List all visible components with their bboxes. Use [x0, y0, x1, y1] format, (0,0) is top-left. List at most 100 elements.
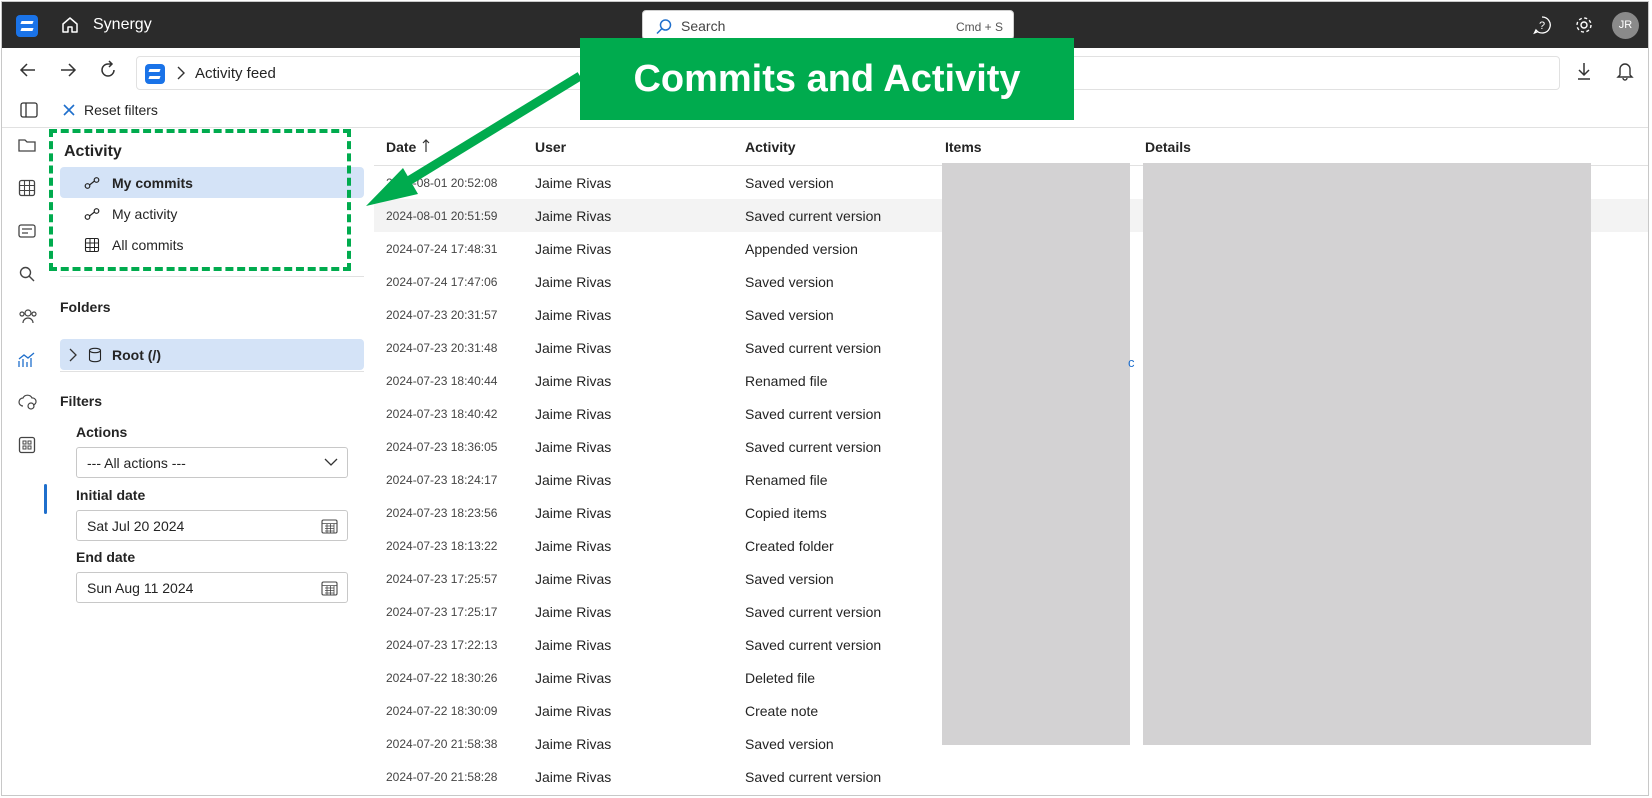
close-icon — [63, 104, 75, 116]
divider — [60, 276, 364, 277]
cell-date: 2024-07-24 17:47:06 — [386, 275, 498, 289]
cell-activity: Saved version — [745, 307, 834, 323]
cell-activity: Saved current version — [745, 340, 882, 356]
home-icon[interactable] — [60, 15, 80, 35]
cell-date: 2024-07-23 18:40:44 — [386, 374, 498, 388]
table-header: Date User Activity Items Details — [374, 129, 1648, 166]
cell-activity: Saved version — [745, 736, 834, 752]
cell-user: Jaime Rivas — [535, 505, 612, 521]
cell-activity: Saved current version — [745, 604, 882, 620]
column-header-details[interactable]: Details — [1145, 139, 1191, 155]
cell-user: Jaime Rivas — [535, 571, 612, 587]
search-input[interactable]: Search Cmd + S — [642, 10, 1014, 40]
download-icon[interactable] — [1575, 61, 1593, 81]
rail-active-indicator — [44, 484, 47, 514]
folder-label: Root (/) — [112, 346, 161, 363]
cell-user: Jaime Rivas — [535, 340, 612, 356]
cell-date: 2024-07-23 18:13:22 — [386, 539, 498, 553]
cell-user: Jaime Rivas — [535, 769, 612, 785]
app-logo-icon — [145, 64, 165, 84]
folders-section-title: Folders — [60, 299, 111, 315]
team-icon[interactable] — [18, 307, 38, 325]
calendar-icon[interactable] — [321, 580, 338, 596]
forms-icon[interactable] — [18, 224, 36, 240]
forward-arrow-icon[interactable] — [58, 60, 78, 80]
svg-text:?: ? — [1539, 20, 1545, 32]
cloud-settings-icon[interactable] — [18, 393, 38, 411]
search-placeholder: Search — [681, 18, 726, 34]
cell-user: Jaime Rivas — [535, 736, 612, 752]
truncated-link-text[interactable]: c — [1128, 355, 1135, 370]
cell-user: Jaime Rivas — [535, 373, 612, 389]
column-header-activity[interactable]: Activity — [745, 139, 796, 155]
refresh-icon[interactable] — [98, 60, 118, 80]
actions-label: Actions — [76, 424, 128, 440]
cell-user: Jaime Rivas — [535, 241, 612, 257]
redacted-details-column — [1143, 163, 1591, 745]
column-header-date[interactable]: Date — [386, 139, 416, 155]
cell-date: 2024-07-22 18:30:09 — [386, 704, 498, 718]
back-arrow-icon[interactable] — [18, 60, 38, 80]
column-header-user[interactable]: User — [535, 139, 566, 155]
cell-date: 2024-08-01 20:52:08 — [386, 176, 498, 190]
cell-date: 2024-07-23 18:23:56 — [386, 506, 498, 520]
cell-activity: Saved version — [745, 571, 834, 587]
cell-date: 2024-07-23 20:31:57 — [386, 308, 498, 322]
cell-date: 2024-07-23 17:25:17 — [386, 605, 498, 619]
cell-user: Jaime Rivas — [535, 406, 612, 422]
actions-select-value: --- All actions --- — [87, 455, 186, 471]
cell-date: 2024-07-20 21:58:38 — [386, 737, 498, 751]
folder-root[interactable]: Root (/) — [60, 339, 364, 370]
table-icon[interactable] — [18, 179, 36, 197]
sort-ascending-icon[interactable] — [422, 139, 430, 153]
breadcrumb[interactable]: Activity feed — [195, 65, 276, 82]
cell-activity: Saved current version — [745, 406, 882, 422]
app-title: Synergy — [93, 16, 152, 33]
activity-chart-icon[interactable] — [18, 351, 36, 369]
end-date-value: Sun Aug 11 2024 — [87, 580, 194, 596]
cell-user: Jaime Rivas — [535, 439, 612, 455]
cell-activity: Saved version — [745, 274, 834, 290]
divider — [60, 371, 364, 372]
filters-section-title: Filters — [60, 393, 103, 409]
cell-activity: Saved current version — [745, 769, 882, 785]
redacted-items-column — [942, 163, 1130, 745]
folder-icon[interactable] — [18, 137, 36, 153]
annotation-highlight-box — [49, 129, 351, 271]
chevron-right-icon — [177, 66, 185, 80]
cell-user: Jaime Rivas — [535, 637, 612, 653]
help-icon[interactable]: ? — [1532, 15, 1552, 35]
chevron-right-icon[interactable] — [68, 348, 78, 362]
end-date-field[interactable]: Sun Aug 11 2024 — [76, 572, 348, 603]
bell-icon[interactable] — [1616, 61, 1634, 81]
cell-user: Jaime Rivas — [535, 670, 612, 686]
table-row[interactable]: 2024-07-20 21:58:28 Jaime Rivas Saved curr… — [374, 760, 1648, 793]
actions-select[interactable]: --- All actions --- — [76, 447, 348, 478]
cell-user: Jaime Rivas — [535, 604, 612, 620]
cell-date: 2024-07-23 18:40:42 — [386, 407, 498, 421]
apps-icon[interactable] — [18, 436, 36, 454]
activity-table: Date User Activity Items Details 2024-08… — [374, 129, 1648, 795]
cell-user: Jaime Rivas — [535, 208, 612, 224]
cell-date: 2024-07-23 17:25:57 — [386, 572, 498, 586]
cell-activity: Saved current version — [745, 208, 882, 224]
cell-activity: Copied items — [745, 505, 827, 521]
column-header-items[interactable]: Items — [945, 139, 982, 155]
cell-activity: Saved version — [745, 175, 834, 191]
left-rail — [2, 129, 50, 795]
cell-activity: Renamed file — [745, 373, 828, 389]
reset-filters-button[interactable]: Reset filters — [62, 99, 158, 121]
initial-date-field[interactable]: Sat Jul 20 2024 — [76, 510, 348, 541]
app-logo-icon[interactable] — [16, 15, 38, 37]
gear-icon[interactable] — [1574, 15, 1594, 35]
cell-date: 2024-07-20 21:58:28 — [386, 770, 498, 784]
panel-toggle-icon[interactable] — [20, 102, 38, 118]
cell-activity: Renamed file — [745, 472, 828, 488]
annotation-callout: Commits and Activity — [580, 38, 1074, 120]
avatar[interactable]: JR — [1612, 12, 1639, 39]
cell-date: 2024-07-23 17:22:13 — [386, 638, 498, 652]
calendar-icon[interactable] — [321, 518, 338, 534]
cell-activity: Saved current version — [745, 439, 882, 455]
cell-date: 2024-07-24 17:48:31 — [386, 242, 498, 256]
search-icon[interactable] — [18, 265, 36, 283]
